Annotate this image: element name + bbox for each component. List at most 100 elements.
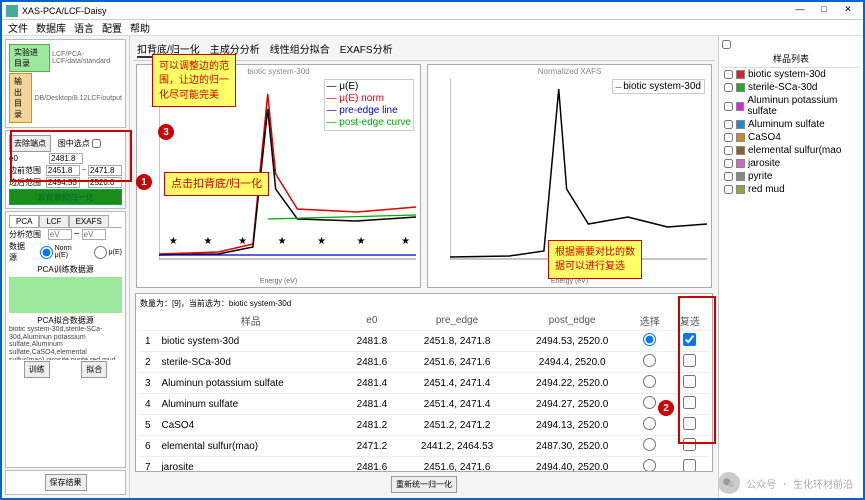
menu-help[interactable]: 帮助 <box>130 20 150 35</box>
row-compare-checkbox[interactable] <box>683 438 696 451</box>
table-header: 复选 <box>670 311 710 331</box>
menu-database[interactable]: 数据库 <box>36 20 66 35</box>
row-select-radio[interactable] <box>643 396 656 409</box>
sample-list-item[interactable]: jarosite <box>722 157 860 170</box>
row-select-radio[interactable] <box>643 354 656 367</box>
menu-file[interactable]: 文件 <box>8 20 28 35</box>
save-result-button[interactable]: 保存结果 <box>45 474 87 491</box>
row-select-radio[interactable] <box>643 375 656 388</box>
app-icon <box>6 5 18 17</box>
sample-list-item[interactable]: pyrite <box>722 170 860 183</box>
row-select-radio[interactable] <box>643 417 656 430</box>
row-compare-checkbox[interactable] <box>683 396 696 409</box>
norm-radio[interactable] <box>40 246 53 259</box>
left-panel: 实验进目录LCF/PCA-LCF/data/standard 输出目录DB/De… <box>2 36 130 498</box>
tab-exafs[interactable]: EXAFS <box>69 215 109 227</box>
post-edge-label: 边后范围 <box>9 177 44 188</box>
menubar: 文件 数据库 语言 配置 帮助 <box>2 20 863 36</box>
e0-input[interactable] <box>49 153 83 164</box>
sample-list-item[interactable]: biotic system-30d <box>722 68 860 81</box>
tab-exafs-analysis[interactable]: EXAFS分析 <box>340 41 393 58</box>
sample-list-item[interactable]: sterile-SCa-30d <box>722 81 860 94</box>
renormalize-button[interactable]: 重新统一归一化 <box>391 476 457 493</box>
fit-button[interactable]: 拟合 <box>81 361 107 378</box>
svg-text:★: ★ <box>357 236 366 247</box>
post-from-input[interactable] <box>46 177 80 188</box>
sample-list-item[interactable]: red mud <box>722 183 860 196</box>
row-compare-checkbox[interactable] <box>683 459 696 472</box>
table-row[interactable]: 2sterile-SCa-30d2481.62451.6, 2471.62494… <box>138 352 710 373</box>
sample-checkbox[interactable] <box>724 159 733 168</box>
sample-checkbox[interactable] <box>724 102 733 111</box>
sample-checkbox[interactable] <box>724 172 733 181</box>
output-path: DB/Desktop/8.12LCF/output <box>34 95 122 102</box>
sample-list-item[interactable]: elemental sulfur(mao <box>722 144 860 157</box>
color-swatch <box>736 133 745 142</box>
experiment-dir-button[interactable]: 实验进目录 <box>9 44 50 72</box>
color-swatch <box>736 159 745 168</box>
chart-left-legend: — μ(E) — μ(E) norm — pre-edge line — pos… <box>324 79 415 131</box>
sample-checkbox[interactable] <box>724 120 733 129</box>
sample-list-item[interactable]: Aluminun potassium sulfate <box>722 94 860 118</box>
table-row[interactable]: 1biotic system-30d2481.82451.8, 2471.824… <box>138 331 710 352</box>
color-swatch <box>736 146 745 155</box>
tab-lcf[interactable]: LCF <box>39 215 68 227</box>
pre-to-input[interactable] <box>88 165 122 176</box>
minimize-button[interactable]: — <box>789 4 811 18</box>
row-compare-checkbox[interactable] <box>683 375 696 388</box>
row-compare-checkbox[interactable] <box>683 417 696 430</box>
normalize-button[interactable]: 去背景和归一化 <box>9 189 122 205</box>
watermark: 公众号·生化环材前沿 <box>718 472 853 494</box>
color-swatch <box>736 102 744 111</box>
annotation-text-2: 根据需要对比的数据可以进行复选 <box>548 240 642 279</box>
menu-config[interactable]: 配置 <box>102 20 122 35</box>
row-select-radio[interactable] <box>643 459 656 472</box>
table-row[interactable]: 7jarosite2481.62451.6, 2471.62494.40, 25… <box>138 457 710 473</box>
sample-name: biotic system-30d <box>748 69 826 80</box>
sample-name: red mud <box>748 184 785 195</box>
row-compare-checkbox[interactable] <box>683 333 696 346</box>
range-from-input[interactable] <box>48 229 72 240</box>
row-select-radio[interactable] <box>643 438 656 451</box>
table-header: post_edge <box>515 311 630 331</box>
table-area: 数量为：[9]，当前选为：biotic system-30d 样品e0pre_e… <box>135 293 713 472</box>
sample-list-item[interactable]: CaSO4 <box>722 131 860 144</box>
select-in-chart-checkbox[interactable] <box>92 139 101 148</box>
table-header <box>138 311 157 331</box>
row-compare-checkbox[interactable] <box>683 354 696 367</box>
sample-checkbox[interactable] <box>724 83 733 92</box>
svg-text:★: ★ <box>169 236 178 247</box>
chart-left-title: biotic system-30d <box>247 67 309 76</box>
sample-list-item[interactable]: Aluminum sulfate <box>722 118 860 131</box>
row-select-radio[interactable] <box>643 333 656 346</box>
train-button[interactable]: 训练 <box>24 361 50 378</box>
menu-language[interactable]: 语言 <box>74 20 94 35</box>
mu-radio[interactable] <box>94 246 107 259</box>
annotation-circle-3: 3 <box>158 124 174 140</box>
sample-checkbox[interactable] <box>724 185 733 194</box>
remove-endpoints-button[interactable]: 去除端点 <box>9 135 51 152</box>
table-row[interactable]: 6elemental sulfur(mao)2471.22441.2, 2464… <box>138 436 710 457</box>
table-row[interactable]: 3Aluminun potassium sulfate2481.42451.4,… <box>138 373 710 394</box>
sample-checkbox[interactable] <box>724 70 733 79</box>
pca-train-area[interactable] <box>9 277 122 313</box>
right-panel: 样品列表 biotic system-30dsterile-SCa-30dAlu… <box>718 36 863 498</box>
table-header: 样品 <box>157 311 344 331</box>
pre-from-input[interactable] <box>46 165 80 176</box>
table-row[interactable]: 5CaSO42481.22451.2, 2471.22494.13, 2520.… <box>138 415 710 436</box>
samples-table: 样品e0pre_edgepost_edge选择复选 1biotic system… <box>138 311 710 472</box>
maximize-button[interactable]: □ <box>813 4 835 18</box>
select-all-checkbox[interactable] <box>722 40 731 49</box>
sample-checkbox[interactable] <box>724 146 733 155</box>
close-button[interactable]: ✕ <box>837 4 859 18</box>
table-row[interactable]: 4Aluminum sulfate2481.42451.4, 2471.4249… <box>138 394 710 415</box>
tab-lcf-analysis[interactable]: 线性组分拟合 <box>270 41 330 58</box>
tab-pca[interactable]: PCA <box>9 215 39 227</box>
color-swatch <box>736 120 745 129</box>
sample-checkbox[interactable] <box>724 133 733 142</box>
post-to-input[interactable] <box>88 177 122 188</box>
sample-name: sterile-SCa-30d <box>748 82 817 93</box>
output-dir-button[interactable]: 输出目录 <box>9 73 32 123</box>
analysis-range-label: 分析范围 <box>9 229 41 240</box>
range-to-input[interactable] <box>82 229 106 240</box>
